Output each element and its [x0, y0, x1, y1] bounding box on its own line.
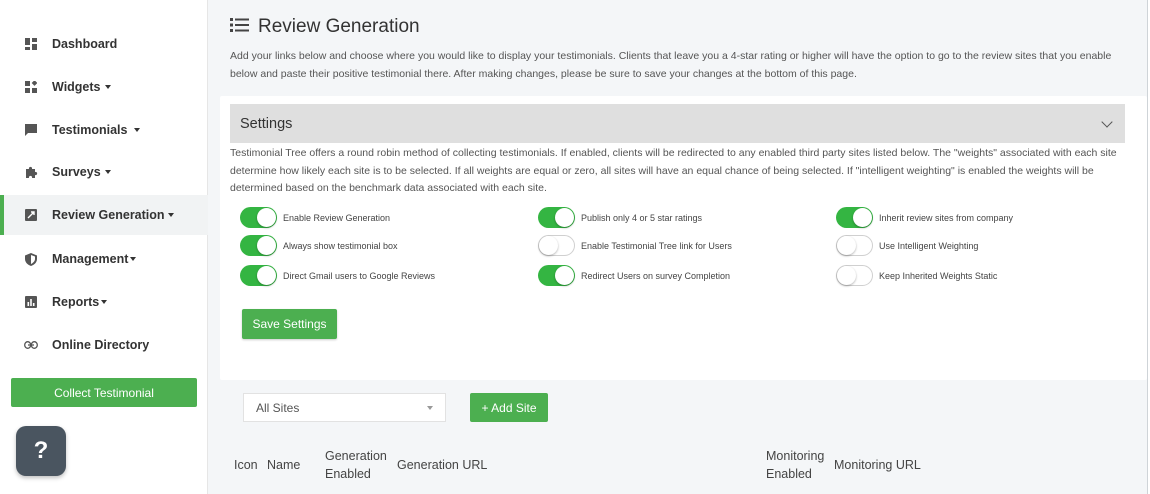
toggle-row: Publish only 4 or 5 star ratings [538, 207, 702, 228]
toggle-row: Keep Inherited Weights Static [836, 265, 997, 286]
enable-review-generation-toggle[interactable] [240, 207, 277, 228]
collect-testimonial-button[interactable]: Collect Testimonial [11, 378, 197, 407]
caret-down-icon [104, 170, 111, 174]
toggle-row: Direct Gmail users to Google Reviews [240, 265, 435, 286]
sidebar-item-label: Review Generation [52, 208, 165, 222]
sites-filter-value: All Sites [256, 400, 300, 415]
column-header-monitoring-enabled: Monitoring Enabled [766, 449, 825, 481]
toggle-label: Always show testimonial box [283, 240, 398, 251]
sidebar-item-online-directory[interactable]: Online Directory [0, 325, 208, 365]
toggle-label: Direct Gmail users to Google Reviews [283, 270, 436, 281]
toggle-label: Use Intelligent Weighting [879, 240, 979, 251]
intelligent-weighting-toggle[interactable] [836, 235, 873, 256]
toggle-row: Enable Review Generation [240, 207, 390, 228]
widgets-icon [24, 80, 38, 94]
page-title: Review Generation [230, 16, 420, 38]
caret-down-icon [104, 85, 111, 89]
sidebar-item-label: Management [52, 252, 129, 266]
sidebar-item-surveys[interactable]: Surveys [0, 152, 208, 192]
caret-down-icon [130, 257, 137, 261]
sidebar-item-label: Dashboard [52, 37, 118, 51]
sidebar-item-label: Reports [52, 295, 100, 309]
publish-4-5-star-toggle[interactable] [538, 207, 575, 228]
sidebar-item-label: Online Directory [52, 338, 150, 352]
list-icon [230, 17, 250, 38]
toggle-row: Redirect Users on survey Completion [538, 265, 730, 286]
sidebar-item-review-generation[interactable]: Review Generation [0, 195, 208, 235]
add-site-button[interactable]: + Add Site [470, 393, 548, 422]
enable-tree-link-toggle[interactable] [538, 235, 575, 256]
sidebar-item-label: Surveys [52, 165, 101, 179]
settings-description: Testimonial Tree offers a round robin me… [230, 147, 1117, 194]
column-header-generation-enabled: Generation Enabled [325, 449, 387, 481]
sites-filter-select[interactable]: All Sites [243, 393, 446, 422]
toggle-label: Publish only 4 or 5 star ratings [581, 212, 703, 223]
page-intro: Add your links below and choose where yo… [230, 50, 1112, 80]
column-header-generation-url: Generation URL [397, 458, 488, 472]
sidebar: Dashboard Widgets Testimonials Surveys R… [0, 0, 208, 494]
toggle-row: Use Intelligent Weighting [836, 235, 978, 256]
save-settings-button[interactable]: Save Settings [242, 309, 337, 339]
toggle-row: Inherit review sites from company [836, 207, 1013, 228]
redirect-on-survey-toggle[interactable] [538, 265, 575, 286]
column-header-name: Name [267, 458, 301, 472]
settings-header[interactable]: Settings [230, 104, 1125, 143]
always-show-testimonial-box-toggle[interactable] [240, 235, 277, 256]
link-icon [24, 338, 38, 352]
gmail-google-reviews-toggle[interactable] [240, 265, 277, 286]
toggle-label: Enable Testimonial Tree link for Users [581, 240, 732, 251]
chevron-down-icon [427, 405, 433, 410]
settings-card: Settings Testimonial Tree offers a round… [220, 96, 1147, 380]
toggle-label: Redirect Users on survey Completion [581, 270, 731, 281]
help-button[interactable]: ? [16, 426, 66, 476]
inherit-review-sites-toggle[interactable] [836, 207, 873, 228]
caret-down-icon [101, 300, 108, 304]
column-header-monitoring-url: Monitoring URL [834, 458, 921, 472]
toggle-row: Always show testimonial box [240, 235, 398, 256]
sidebar-item-widgets[interactable]: Widgets [0, 67, 208, 107]
sidebar-item-management[interactable]: Management [0, 239, 208, 279]
chat-icon [24, 123, 38, 137]
toggle-row: Enable Testimonial Tree link for Users [538, 235, 732, 256]
toggle-label: Keep Inherited Weights Static [879, 270, 998, 281]
chart-icon [24, 295, 38, 309]
page-title-text: Review Generation [258, 16, 420, 37]
sidebar-item-label: Testimonials [52, 123, 128, 137]
review-icon [24, 208, 38, 222]
keep-inherited-weights-toggle[interactable] [836, 265, 873, 286]
sidebar-item-dashboard[interactable]: Dashboard [0, 24, 208, 64]
toggle-label: Enable Review Generation [283, 212, 391, 223]
caret-down-icon [167, 213, 174, 217]
sidebar-item-testimonials[interactable]: Testimonials [0, 110, 208, 150]
shield-icon [24, 252, 38, 266]
dashboard-icon [24, 37, 38, 51]
puzzle-icon [24, 165, 38, 179]
help-icon: ? [33, 437, 49, 464]
toggle-label: Inherit review sites from company [879, 212, 1014, 223]
settings-title: Settings [240, 115, 293, 132]
chevron-down-icon [1101, 115, 1113, 128]
column-header-icon: Icon [234, 458, 258, 472]
sidebar-item-label: Widgets [52, 80, 101, 94]
sidebar-item-reports[interactable]: Reports [0, 282, 208, 322]
caret-down-icon [134, 128, 141, 132]
